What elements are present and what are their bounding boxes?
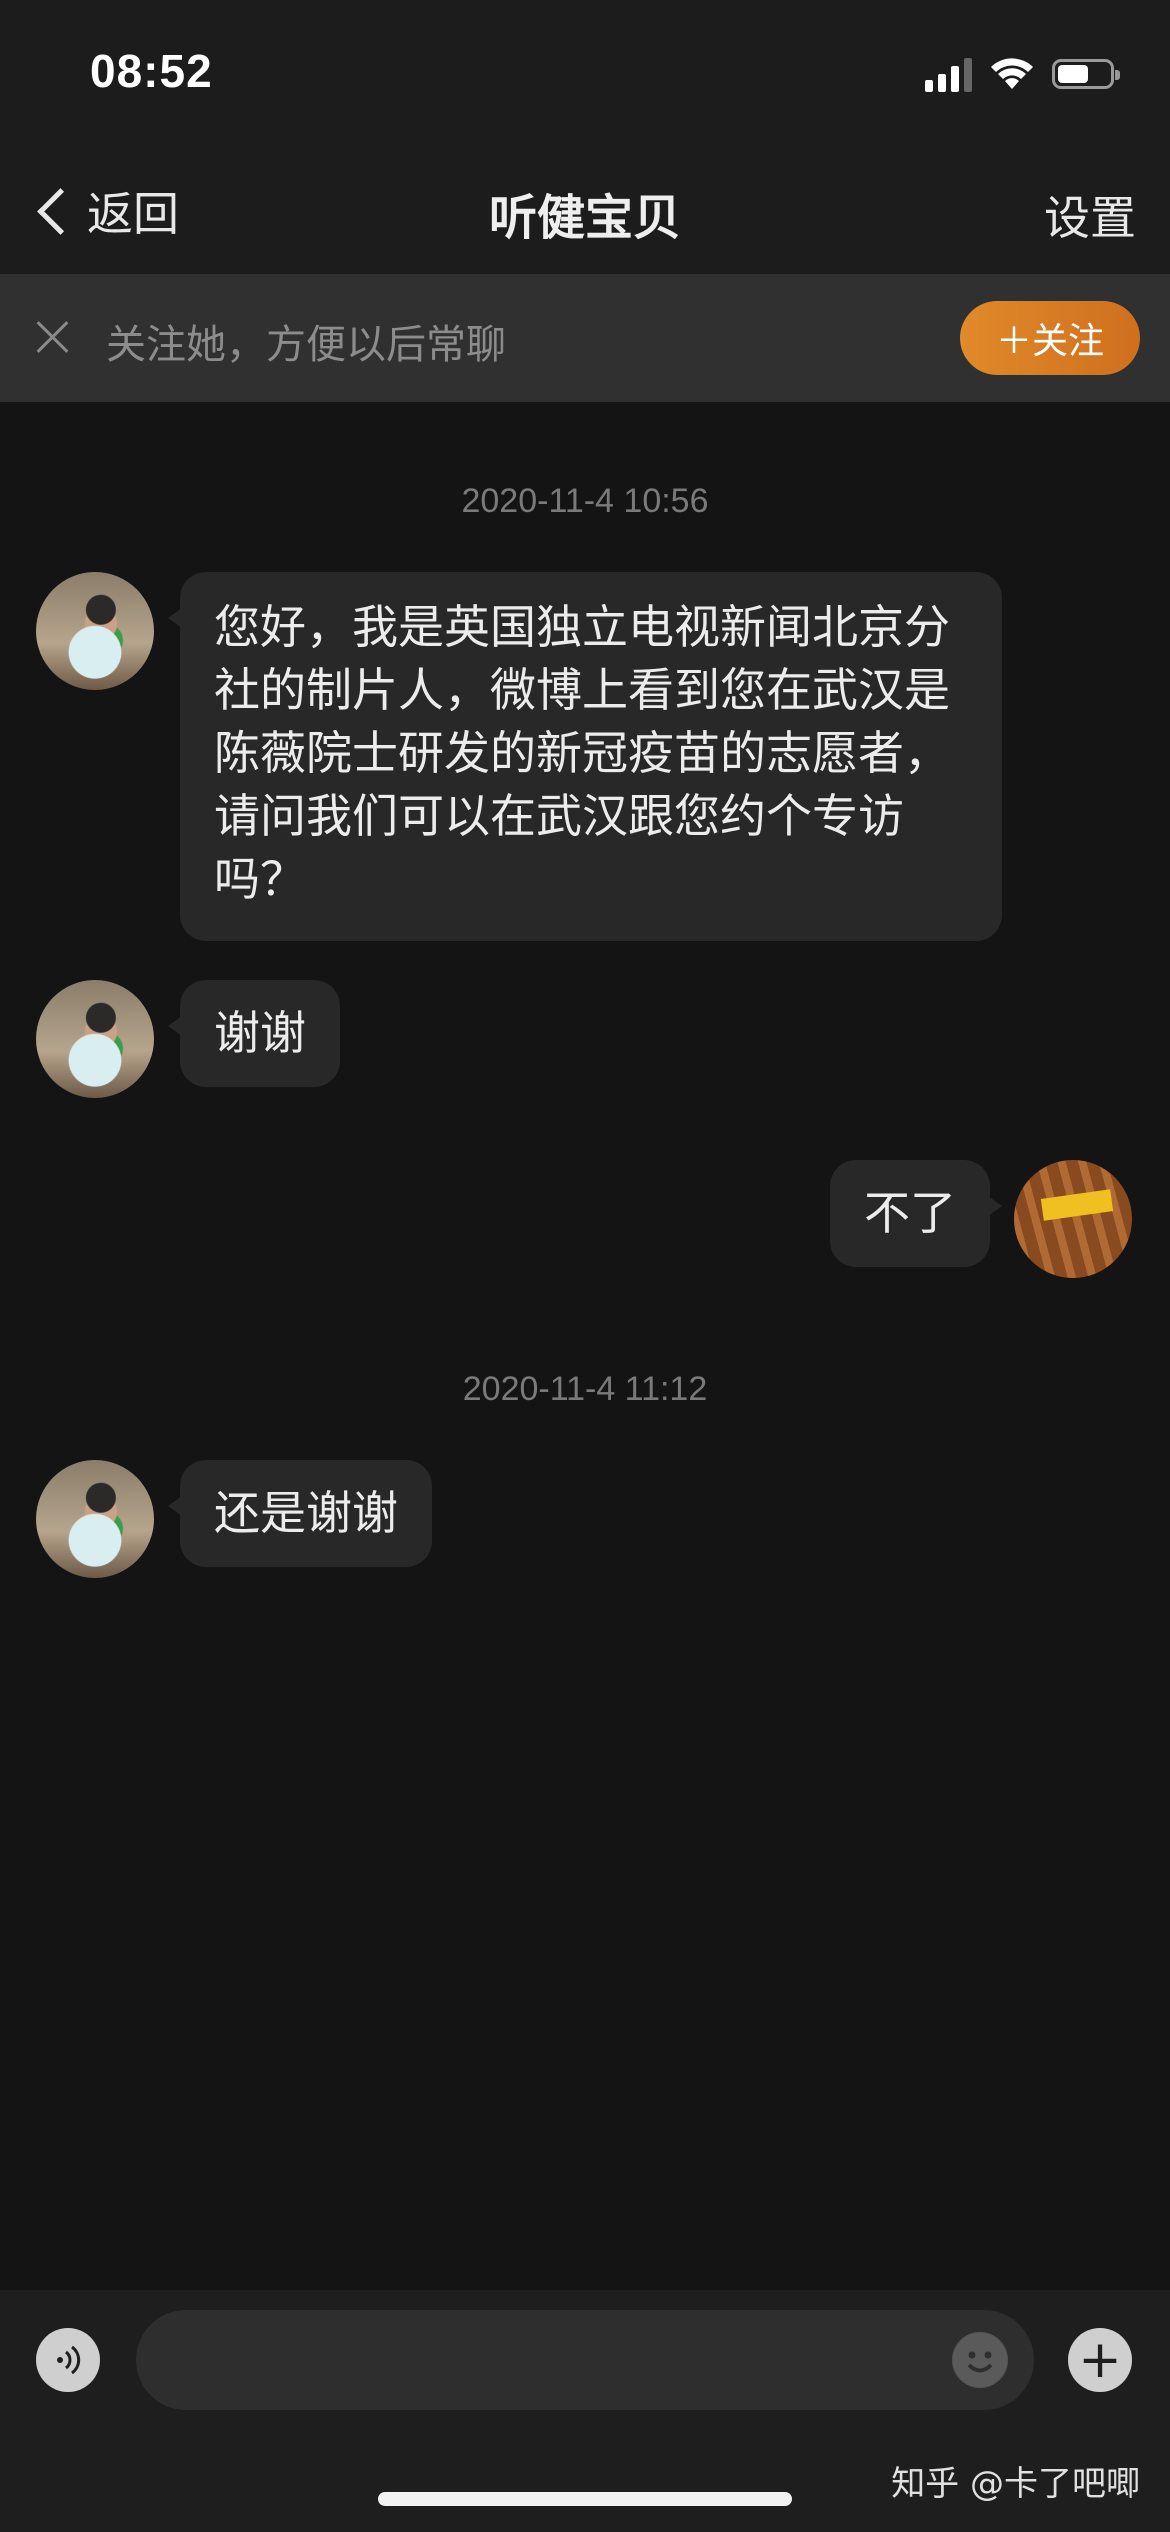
home-indicator[interactable]: [378, 2492, 792, 2506]
user-avatar[interactable]: [1014, 1160, 1132, 1278]
follow-button[interactable]: ＋关注: [960, 301, 1140, 375]
message-timestamp: 2020-11-4 10:56: [461, 482, 709, 520]
contact-avatar[interactable]: [36, 572, 154, 690]
close-icon[interactable]: [36, 320, 70, 354]
watermark: 知乎 @卡了吧唧: [891, 2464, 1140, 2504]
message-bubble-incoming[interactable]: 谢谢: [168, 980, 340, 1087]
settings-button[interactable]: 设置: [1044, 182, 1136, 248]
voice-icon[interactable]: [36, 2328, 100, 2392]
follow-banner-text: 关注她，方便以后常聊: [106, 322, 506, 368]
chat-title: 听健宝贝: [488, 190, 681, 246]
message-timestamp: 2020-11-4 11:12: [462, 1370, 708, 1408]
status-time: 08:52: [90, 45, 213, 97]
message-bubble-outgoing[interactable]: 不了: [830, 1160, 1002, 1267]
message-bubble-incoming[interactable]: 还是谢谢: [168, 1460, 432, 1567]
plus-icon[interactable]: +: [1068, 2328, 1132, 2392]
battery-icon: [1052, 59, 1120, 89]
wifi-icon: [991, 58, 1033, 89]
status-icons: [925, 52, 1120, 96]
contact-avatar[interactable]: [36, 980, 154, 1098]
contact-avatar[interactable]: [36, 1460, 154, 1578]
header: 08:52 返回 听健宝贝 设置: [0, 0, 1170, 274]
follow-banner: 关注她，方便以后常聊 ＋关注: [0, 274, 1170, 402]
emoji-icon[interactable]: [952, 2332, 1008, 2388]
message-input[interactable]: [136, 2310, 1034, 2410]
signal-icon: [925, 56, 972, 92]
nav-bar: 返回 听健宝贝 设置: [0, 160, 1170, 274]
message-bubble-incoming[interactable]: 您好，我是英国独立电视新闻北京分社的制片人，微博上看到您在武汉是陈薇院士研发的新…: [168, 572, 1002, 941]
